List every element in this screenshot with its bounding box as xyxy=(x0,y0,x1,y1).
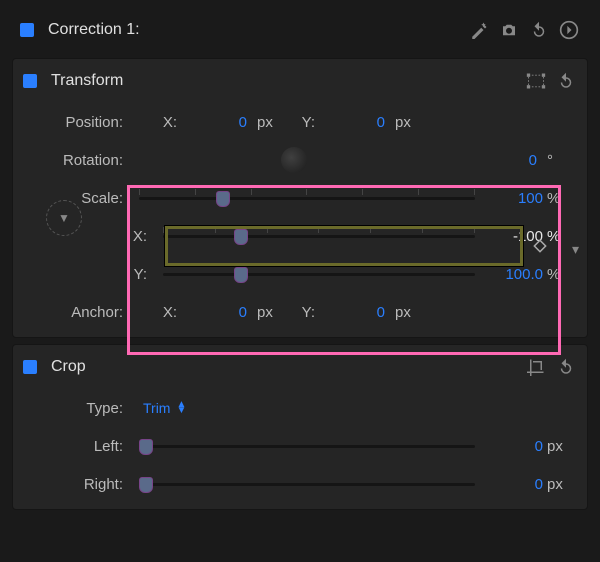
crop-left-value[interactable]: 0 xyxy=(483,438,547,455)
scale-x-unit: % xyxy=(547,228,575,245)
anchor-label: Anchor: xyxy=(25,304,131,321)
crop-type-dropdown[interactable]: Trim ▲▼ xyxy=(131,400,186,416)
scale-y-unit: % xyxy=(547,266,575,283)
anchor-x-label: X: xyxy=(153,304,181,321)
crop-right-label: Right: xyxy=(25,476,131,493)
camera-icon[interactable] xyxy=(498,19,520,41)
scale-label: Scale: xyxy=(25,190,131,207)
crop-left-row: Left: 0 px xyxy=(13,427,587,465)
position-row: Position: X: 0 px Y: 0 px xyxy=(13,103,587,141)
crop-left-label: Left: xyxy=(25,438,131,455)
scale-x-label: X: xyxy=(25,228,155,245)
reset-icon[interactable] xyxy=(528,19,550,41)
transform-panel: Transform Position: X: 0 px Y: 0 px Rota… xyxy=(12,58,588,338)
scale-y-label: Y: xyxy=(25,266,155,283)
rotation-unit: ° xyxy=(547,152,575,169)
scale-unit: % xyxy=(547,190,575,207)
scale-x-slider[interactable] xyxy=(163,227,475,245)
position-y-value[interactable]: 0 xyxy=(325,114,389,131)
crop-left-unit: px xyxy=(547,438,575,455)
crop-left-slider[interactable] xyxy=(139,437,475,455)
correction-title: Correction 1: xyxy=(48,21,258,39)
position-x-value[interactable]: 0 xyxy=(187,114,251,131)
keyframe-diamond-icon[interactable] xyxy=(533,239,547,253)
disclosure-toggle[interactable]: ▼ xyxy=(46,200,82,236)
position-y-unit: px xyxy=(395,114,423,131)
scale-row: Scale: 100 % xyxy=(13,179,587,217)
position-label: Position: xyxy=(25,114,131,131)
bounds-icon[interactable] xyxy=(525,70,547,92)
reset-transform-icon[interactable] xyxy=(555,70,577,92)
crop-type-row: Type: Trim ▲▼ xyxy=(13,389,587,427)
rotation-value[interactable]: 0 xyxy=(477,152,541,169)
crop-right-value[interactable]: 0 xyxy=(483,476,547,493)
crop-type-label: Type: xyxy=(25,400,131,417)
magic-wand-icon[interactable] xyxy=(468,19,490,41)
scale-x-more-button[interactable]: ▾ xyxy=(572,241,579,258)
transform-header: Transform xyxy=(13,59,587,103)
crop-type-value: Trim xyxy=(143,400,170,416)
anchor-y-label: Y: xyxy=(291,304,319,321)
anchor-row: Anchor: X: 0 px Y: 0 px xyxy=(13,293,587,331)
anchor-x-value[interactable]: 0 xyxy=(187,304,251,321)
position-x-label: X: xyxy=(153,114,181,131)
crop-right-row: Right: 0 px xyxy=(13,465,587,503)
crop-panel: Crop Type: Trim ▲▼ Left: 0 px Right: xyxy=(12,344,588,510)
correction-header: Correction 1: xyxy=(0,8,600,52)
enable-checkbox-transform[interactable] xyxy=(23,74,37,88)
scale-x-row: X: -100 % xyxy=(13,217,587,255)
rotation-dial[interactable] xyxy=(281,147,307,173)
transform-title: Transform xyxy=(51,72,525,90)
rotation-row: Rotation: 0 ° xyxy=(13,141,587,179)
next-arrow-icon[interactable] xyxy=(558,19,580,41)
crop-header: Crop xyxy=(13,345,587,389)
anchor-y-value[interactable]: 0 xyxy=(325,304,389,321)
scale-y-slider[interactable] xyxy=(163,265,475,283)
rotation-label: Rotation: xyxy=(25,152,131,169)
crop-right-slider[interactable] xyxy=(139,475,475,493)
crop-right-unit: px xyxy=(547,476,575,493)
reset-crop-icon[interactable] xyxy=(555,356,577,378)
scale-value[interactable]: 100 xyxy=(483,190,547,207)
scale-slider[interactable] xyxy=(139,189,475,207)
enable-checkbox-correction[interactable] xyxy=(20,23,34,37)
dropdown-arrows-icon: ▲▼ xyxy=(176,402,186,414)
enable-checkbox-crop[interactable] xyxy=(23,360,37,374)
anchor-y-unit: px xyxy=(395,304,423,321)
crop-title: Crop xyxy=(51,358,525,376)
position-y-label: Y: xyxy=(291,114,319,131)
crop-tool-icon[interactable] xyxy=(525,356,547,378)
scale-y-row: Y: 100.0 % xyxy=(13,255,587,293)
anchor-x-unit: px xyxy=(257,304,285,321)
position-x-unit: px xyxy=(257,114,285,131)
scale-y-value[interactable]: 100.0 xyxy=(483,266,547,283)
